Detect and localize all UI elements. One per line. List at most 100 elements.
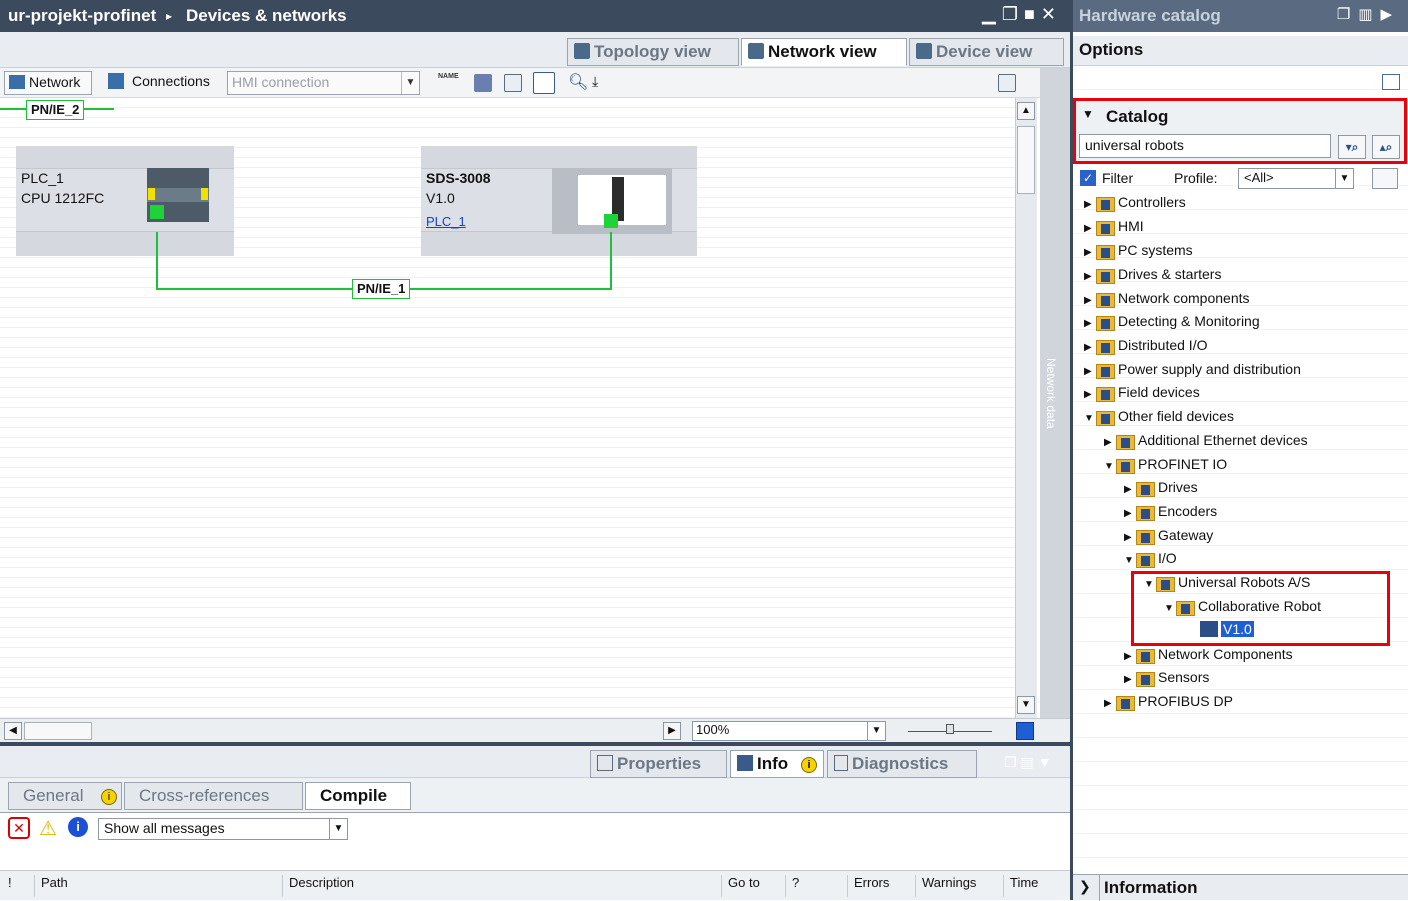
expand-icon[interactable]: ▶ bbox=[1084, 247, 1096, 258]
tree-node[interactable]: ▼ I/O bbox=[1124, 550, 1177, 572]
expand-icon[interactable]: ▶ bbox=[1084, 342, 1096, 353]
column-header[interactable]: Description bbox=[282, 875, 721, 897]
column-header[interactable]: Time bbox=[1003, 875, 1049, 897]
connections-mode-button[interactable]: Connections bbox=[104, 71, 220, 95]
tab-cross-references[interactable]: Cross-references bbox=[124, 782, 303, 810]
expand-icon[interactable]: ▶ bbox=[1104, 437, 1116, 448]
zoom-select[interactable]: 100% ▼ bbox=[692, 721, 886, 741]
scroll-up-icon[interactable]: ▲ bbox=[1017, 102, 1035, 120]
project-name[interactable]: ur-projekt-profinet bbox=[8, 6, 156, 26]
expand-icon[interactable]: ▶ bbox=[1124, 532, 1136, 543]
filter-checkbox[interactable]: ✓ bbox=[1080, 170, 1096, 186]
tree-node[interactable]: ▶ PC systems bbox=[1084, 242, 1193, 264]
catalog-search-input[interactable]: universal robots bbox=[1079, 134, 1331, 158]
subnet-label[interactable]: PN/IE_2 bbox=[26, 100, 85, 120]
restore-icon[interactable]: ❐ bbox=[1002, 4, 1024, 24]
tree-node[interactable]: ▶ Field devices bbox=[1084, 384, 1200, 406]
tree-node[interactable]: ▶ Detecting & Monitoring bbox=[1084, 313, 1260, 335]
tree-node[interactable]: ▼ Other field devices bbox=[1084, 408, 1234, 430]
network-data-panel-tab[interactable]: Network data bbox=[1040, 68, 1070, 718]
show-names-icon[interactable]: NAME bbox=[438, 72, 459, 90]
expand-icon[interactable]: ▶ bbox=[1084, 366, 1096, 377]
tree-node[interactable]: ▶ Drives & starters bbox=[1084, 266, 1221, 288]
expand-icon[interactable]: ▶ bbox=[1104, 698, 1116, 709]
chevron-down-icon[interactable]: ▼ bbox=[867, 722, 885, 740]
expand-icon[interactable]: ▶ bbox=[1084, 389, 1096, 400]
chevron-down-icon[interactable]: ▼ bbox=[1082, 107, 1094, 121]
scroll-thumb[interactable] bbox=[24, 722, 92, 740]
minimize-icon[interactable]: ▁ bbox=[982, 4, 1002, 24]
window-controls[interactable]: ▁❐■✕ bbox=[982, 4, 1062, 25]
error-filter-icon[interactable]: ✕ bbox=[8, 817, 30, 839]
zoom-icon[interactable]: 🔍︎ bbox=[568, 72, 588, 91]
tab-info[interactable]: Info i bbox=[730, 750, 824, 778]
maximize-icon[interactable]: ■ bbox=[1024, 4, 1041, 24]
switch-device[interactable]: SDS-3008 V1.0 PLC_1 bbox=[421, 146, 697, 256]
tree-node[interactable]: ▶ Network Components bbox=[1124, 646, 1293, 668]
connection-line[interactable] bbox=[610, 232, 612, 290]
chevron-down-icon[interactable]: ▼ bbox=[1335, 169, 1353, 188]
catalog-window-controls[interactable]: ❐▥▶ bbox=[1337, 5, 1400, 23]
expand-icon[interactable]: ▶ bbox=[1124, 484, 1136, 495]
expand-icon[interactable]: ▶ bbox=[1084, 271, 1096, 282]
information-section[interactable]: ❯ Information bbox=[1073, 874, 1408, 901]
options-section[interactable]: Options bbox=[1073, 36, 1408, 66]
chevron-down-icon[interactable]: ▼ bbox=[401, 72, 419, 94]
tree-node[interactable]: ▶ HMI bbox=[1084, 218, 1144, 240]
tree-node[interactable]: ▶ PROFIBUS DP bbox=[1104, 693, 1233, 715]
tab-properties[interactable]: Properties bbox=[590, 750, 727, 778]
highlight-icon[interactable] bbox=[474, 74, 492, 92]
column-header[interactable]: Path bbox=[34, 875, 282, 897]
expand-icon[interactable]: ▶ bbox=[1124, 651, 1136, 662]
scroll-left-icon[interactable]: ◀ bbox=[4, 722, 22, 740]
column-header[interactable]: Warnings bbox=[915, 875, 1003, 897]
tree-node[interactable]: ▼ PROFINET IO bbox=[1104, 456, 1227, 478]
network-mode-button[interactable]: Network bbox=[4, 71, 92, 95]
collapse-icon[interactable]: ▼ bbox=[1104, 461, 1116, 472]
close-icon[interactable]: ✕ bbox=[1041, 4, 1062, 24]
connection-line[interactable] bbox=[156, 232, 158, 290]
download-icon[interactable]: ⤓ bbox=[592, 73, 610, 91]
expand-icon[interactable]: ▶ bbox=[1124, 674, 1136, 685]
search-down-button[interactable]: ▾⌕ bbox=[1338, 135, 1366, 159]
catalog-header[interactable]: Catalog bbox=[1106, 107, 1168, 127]
info-filter-icon[interactable]: i bbox=[68, 817, 88, 837]
tab-general[interactable]: General i bbox=[8, 782, 122, 810]
profinet-port[interactable] bbox=[150, 205, 164, 219]
tree-node[interactable]: ▶ Network components bbox=[1084, 290, 1250, 312]
warning-filter-icon[interactable]: ⚠ bbox=[39, 816, 57, 841]
tab-network-view[interactable]: Network view bbox=[741, 38, 907, 66]
collapse-icon[interactable]: ▼ bbox=[1084, 413, 1096, 424]
inspector-window-controls[interactable]: ❐▤▼ bbox=[1004, 754, 1056, 771]
expand-icon[interactable]: ▶ bbox=[1084, 223, 1096, 234]
expand-icon[interactable]: ▶ bbox=[1084, 199, 1096, 210]
chevron-right-icon[interactable]: ❯ bbox=[1079, 878, 1091, 895]
expand-icon[interactable]: ▶ bbox=[1084, 295, 1096, 306]
column-header[interactable]: ! bbox=[0, 875, 34, 897]
scroll-thumb[interactable] bbox=[1017, 126, 1035, 194]
tab-diagnostics[interactable]: Diagnostics bbox=[827, 750, 977, 778]
profile-settings-icon[interactable] bbox=[1372, 168, 1398, 189]
expand-icon[interactable]: ▶ bbox=[1124, 508, 1136, 519]
vertical-scrollbar[interactable]: ▲ ▼ bbox=[1015, 98, 1037, 720]
expand-icon[interactable]: ▶ bbox=[1084, 318, 1096, 329]
panel-toggle-icon[interactable] bbox=[998, 74, 1016, 92]
tree-node[interactable]: ▶ Power supply and distribution bbox=[1084, 361, 1301, 383]
tree-node[interactable]: ▶ Sensors bbox=[1124, 669, 1209, 691]
tab-compile[interactable]: Compile bbox=[305, 782, 411, 810]
tree-node[interactable]: ▶ Additional Ethernet devices bbox=[1104, 432, 1308, 454]
network-canvas[interactable]: PN/IE_2 PLC_1 CPU 1212FC SDS-3008 V1.0 P… bbox=[0, 98, 1015, 718]
tree-node[interactable]: ▶ Controllers bbox=[1084, 194, 1186, 216]
profinet-port[interactable] bbox=[604, 214, 618, 228]
grid-icon[interactable] bbox=[504, 74, 522, 92]
plc-device[interactable]: PLC_1 CPU 1212FC bbox=[16, 146, 234, 256]
zoom-slider-handle[interactable] bbox=[946, 724, 954, 734]
column-header[interactable]: Go to bbox=[721, 875, 785, 897]
message-filter-select[interactable]: Show all messages ▼ bbox=[98, 818, 348, 840]
column-header[interactable]: Errors bbox=[847, 875, 915, 897]
tree-node[interactable]: ▶ Encoders bbox=[1124, 503, 1217, 525]
options-header[interactable]: Options bbox=[1079, 40, 1143, 60]
profile-select[interactable]: <All> ▼ bbox=[1238, 168, 1354, 189]
panel-layout-icon[interactable] bbox=[1382, 74, 1400, 90]
chevron-down-icon[interactable]: ▼ bbox=[329, 819, 347, 839]
